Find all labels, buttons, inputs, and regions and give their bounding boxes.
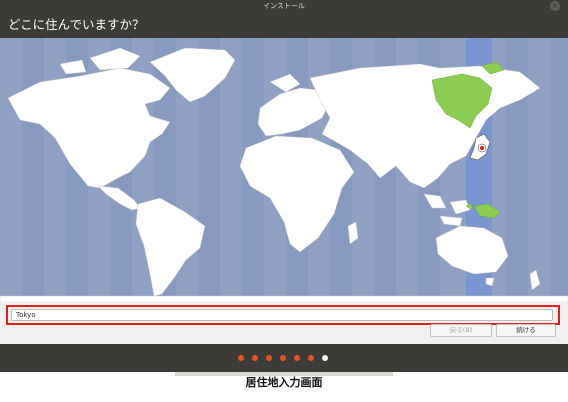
close-icon: × [551, 1, 559, 10]
figure-caption: 居住地入力画面 [245, 376, 323, 389]
window-title: インストール [263, 2, 305, 10]
progress-dot [238, 355, 244, 361]
progress-dot [294, 355, 300, 361]
page-title: どこに住んでいますか？ [8, 17, 145, 32]
heading-bar: どこに住んでいますか？ [0, 12, 568, 38]
title-bar: インストール × [0, 0, 568, 12]
progress-dot [322, 355, 328, 361]
close-button[interactable]: × [550, 1, 560, 11]
progress-dot [252, 355, 258, 361]
progress-bar [0, 344, 568, 372]
continue-button[interactable]: 続ける [496, 324, 556, 337]
location-input[interactable] [11, 309, 553, 321]
progress-dot [280, 355, 286, 361]
back-button[interactable]: 戻る(B) [430, 324, 492, 337]
location-input-highlight [6, 305, 560, 325]
progress-dot [308, 355, 314, 361]
installer-window: インストール × どこに住んでいますか？ Tokyo 戻る(B) 続ける [0, 0, 568, 372]
content-area: 戻る(B) 続ける [0, 38, 568, 344]
progress-dot [266, 355, 272, 361]
timezone-map[interactable] [0, 38, 568, 302]
progress-dots [238, 355, 328, 361]
